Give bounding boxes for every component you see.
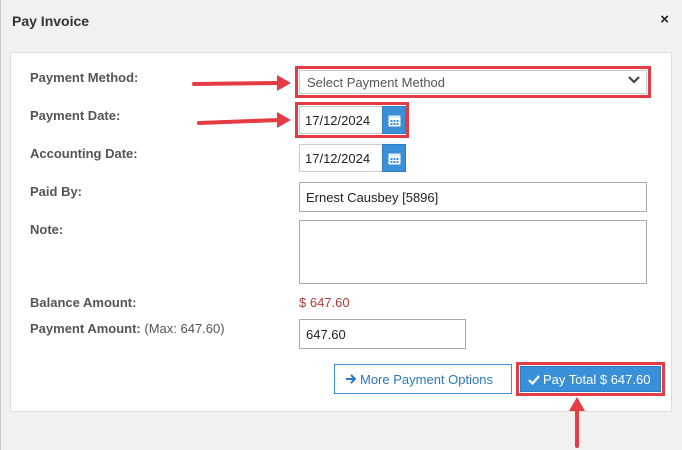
pay-total-button[interactable]: Pay Total $ 647.60	[520, 366, 661, 392]
dialog-title: Pay Invoice	[12, 13, 90, 29]
payment-amount-label: Payment Amount:	[30, 321, 141, 336]
balance-amount-value: $ 647.60	[299, 295, 350, 310]
payment-date-label: Payment Date:	[30, 108, 121, 123]
chevron-down-icon	[628, 73, 640, 90]
payment-amount-max: (Max: 647.60)	[144, 321, 225, 336]
paid-by-label: Paid By:	[30, 184, 83, 199]
more-payment-options-label: More Payment Options	[360, 372, 493, 387]
calendar-icon	[388, 153, 401, 165]
payment-date-input[interactable]: 17/12/2024	[299, 106, 383, 134]
pay-total-label: Pay Total $ 647.60	[543, 372, 651, 387]
note-textarea[interactable]	[299, 220, 647, 284]
note-label: Note:	[30, 222, 64, 237]
more-payment-options-button[interactable]: More Payment Options	[334, 364, 512, 394]
arrow-right-icon	[346, 374, 357, 384]
payment-method-label: Payment Method:	[30, 70, 139, 85]
accounting-date-label: Accounting Date:	[30, 146, 138, 161]
payment-amount-input[interactable]: 647.60	[299, 319, 466, 349]
balance-amount-label: Balance Amount:	[30, 295, 137, 310]
accounting-date-calendar-button[interactable]	[382, 144, 406, 172]
check-icon	[528, 375, 540, 386]
payment-method-selected: Select Payment Method	[307, 75, 446, 90]
payment-amount-label-group: Payment Amount: (Max: 647.60)	[30, 321, 225, 336]
calendar-icon	[388, 115, 401, 127]
dialog-header: Pay Invoice ×	[1, 0, 682, 42]
payment-date-calendar-button[interactable]	[382, 106, 406, 134]
pay-invoice-dialog: Pay Invoice × Payment Method: Select Pay…	[0, 0, 682, 450]
accounting-date-input[interactable]: 17/12/2024	[299, 144, 383, 172]
close-icon[interactable]: ×	[660, 11, 669, 28]
paid-by-input[interactable]: Ernest Causbey [5896]	[299, 182, 647, 212]
payment-method-select[interactable]: Select Payment Method	[299, 70, 647, 94]
